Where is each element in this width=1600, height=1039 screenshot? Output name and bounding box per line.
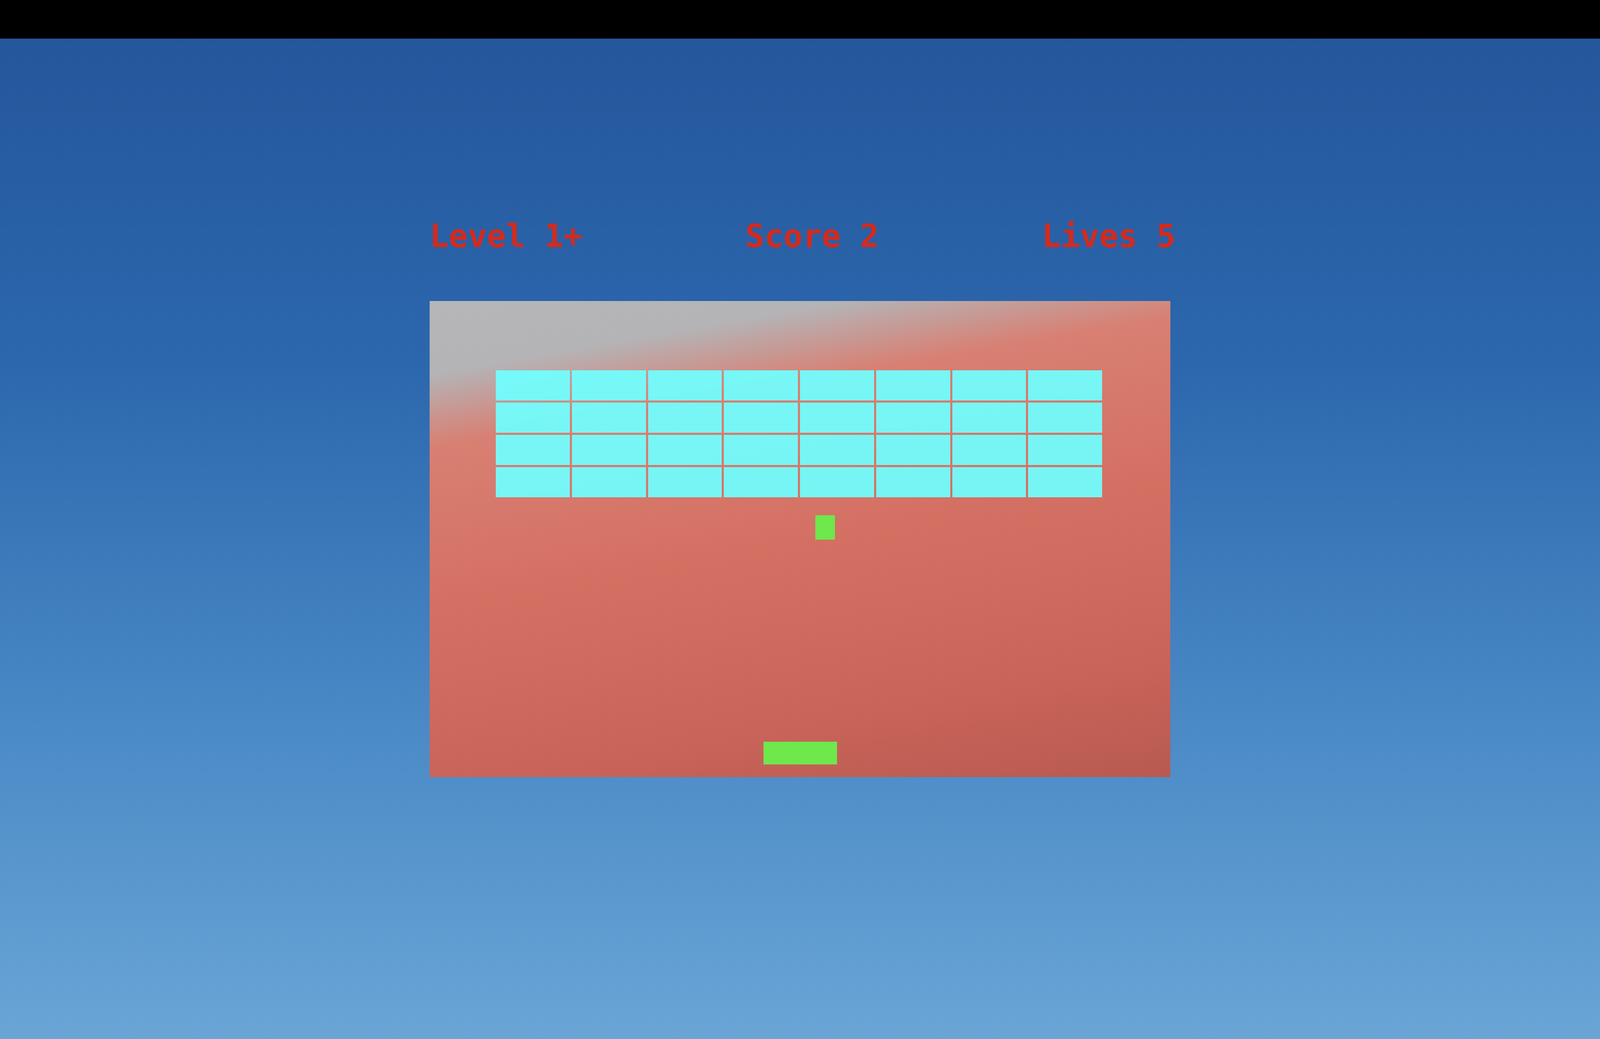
brick	[723, 434, 798, 466]
lives-label: Lives 5	[1041, 216, 1176, 256]
score-label: Score 2	[745, 216, 880, 256]
brick	[800, 370, 875, 401]
brick	[571, 370, 647, 401]
brick	[648, 434, 723, 466]
paddle[interactable]	[763, 741, 838, 765]
brick	[723, 467, 798, 498]
brick	[1028, 402, 1103, 433]
brick	[495, 402, 570, 433]
brick	[495, 467, 570, 498]
top-bar	[0, 0, 1600, 39]
brick	[952, 467, 1027, 498]
brick	[800, 402, 875, 433]
game-page: Level 1+ Score 2 Lives 5	[0, 0, 1600, 1039]
brick	[952, 402, 1027, 433]
brick	[495, 434, 570, 466]
game-canvas[interactable]	[429, 301, 1171, 778]
brick	[723, 402, 798, 433]
brick	[648, 402, 723, 433]
brick	[1028, 434, 1103, 466]
brick	[648, 370, 723, 401]
brick	[495, 370, 570, 401]
brick	[571, 402, 647, 433]
brick	[571, 467, 647, 498]
brick	[648, 467, 723, 498]
brick-grid	[495, 370, 1103, 498]
brick	[1028, 467, 1103, 498]
brick	[952, 370, 1027, 401]
ball	[815, 515, 835, 540]
level-label: Level 1+	[429, 216, 583, 256]
brick	[1028, 370, 1103, 401]
hud: Level 1+ Score 2 Lives 5	[424, 216, 1176, 256]
brick	[952, 434, 1027, 466]
brick	[876, 434, 951, 466]
brick	[876, 467, 951, 498]
brick	[876, 402, 951, 433]
brick	[800, 467, 875, 498]
brick	[571, 434, 647, 466]
brick	[800, 434, 875, 466]
brick	[723, 370, 798, 401]
brick	[876, 370, 951, 401]
